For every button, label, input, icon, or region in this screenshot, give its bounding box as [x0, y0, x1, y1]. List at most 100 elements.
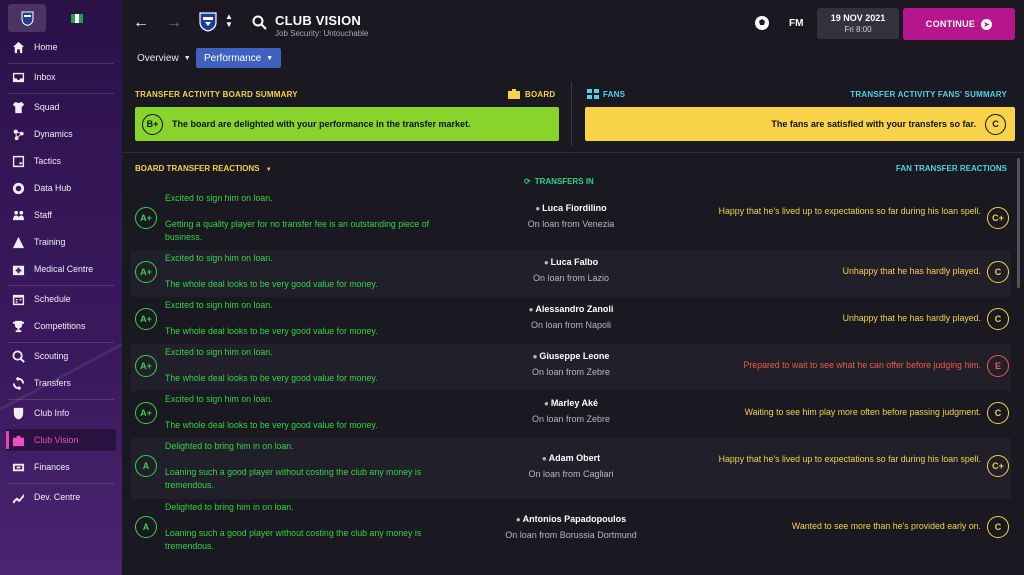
list-item: A+ Excited to sign him on loan. The whol… — [131, 344, 1011, 391]
sidebar-item-schedule[interactable]: Schedule — [6, 288, 116, 310]
board-grade-badge: A+ — [135, 355, 157, 377]
date-display[interactable]: 19 NOV 2021 Fri 8:00 — [817, 8, 899, 39]
reactions-list: A+ Excited to sign him on loan. Getting … — [122, 190, 1024, 575]
player-name[interactable]: ● Luca Falbo — [461, 257, 681, 267]
sidebar-item-medical-centre[interactable]: Medical Centre — [6, 258, 116, 280]
player-name[interactable]: ● Luca Fiordilino — [461, 203, 681, 213]
football-icon[interactable] — [754, 15, 770, 31]
nation-tab[interactable] — [58, 4, 96, 32]
inbox-icon — [11, 70, 25, 84]
staff-icon — [11, 208, 25, 222]
sidebar-item-data-hub[interactable]: Data Hub — [6, 177, 116, 199]
sidebar-item-label: Squad — [34, 102, 60, 112]
player-icon: ● — [543, 258, 549, 267]
fans-icon — [587, 89, 599, 99]
club-vision-icon — [11, 433, 25, 447]
board-grade-badge: A — [135, 516, 157, 538]
board-grade-badge: B+ — [142, 113, 163, 135]
player-cell[interactable]: ● Giuseppe Leone On loan from Zebre — [461, 351, 681, 377]
nigeria-flag-icon — [70, 13, 84, 23]
fans-summary-heading: TRANSFER ACTIVITY FANS' SUMMARY — [850, 90, 1007, 99]
sidebar-item-home[interactable]: Home — [6, 36, 116, 58]
list-item: A+ Excited to sign him on loan. The whol… — [131, 250, 1011, 297]
player-cell[interactable]: ● Luca Falbo On loan from Lazio — [461, 257, 681, 283]
board-reaction-line: Excited to sign him on loan. — [165, 394, 273, 404]
sidebar-item-label: Scouting — [34, 351, 69, 361]
fan-reaction-text: Happy that he's lived up to expectations… — [718, 206, 981, 216]
fan-reaction-text: Unhappy that he has hardly played. — [842, 313, 981, 323]
tab-label: Performance — [204, 52, 262, 64]
board-summary-banner: B+ The board are delighted with your per… — [135, 107, 559, 141]
player-cell[interactable]: ● Luca Fiordilino On loan from Venezia — [461, 203, 681, 229]
sidebar-divider — [8, 483, 114, 484]
scrollbar[interactable] — [1017, 158, 1020, 288]
loan-source: On loan from Borussia Dortmund — [505, 530, 637, 540]
player-name[interactable]: ● Marley Aké — [461, 398, 681, 408]
sidebar-item-training[interactable]: Training — [6, 231, 116, 253]
sidebar: Home Inbox Squad Dynamics Tactics Data H… — [0, 0, 122, 575]
club-tab[interactable] — [8, 4, 46, 32]
sidebar-item-transfers[interactable]: Transfers — [6, 372, 116, 394]
player-name[interactable]: ● Giuseppe Leone — [461, 351, 681, 361]
player-name[interactable]: ● Adam Obert — [461, 453, 681, 463]
sidebar-item-inbox[interactable]: Inbox — [6, 66, 116, 88]
board-reaction-line: The whole deal looks to be very good val… — [165, 279, 378, 289]
fan-reaction-text: Happy that he's lived up to expectations… — [718, 454, 981, 464]
player-cell[interactable]: ● Antonios Papadopoulos On loan from Boru… — [461, 514, 681, 540]
sidebar-item-club-info[interactable]: Club Info — [6, 402, 116, 424]
player-icon: ● — [543, 399, 549, 408]
player-icon: ● — [528, 305, 534, 314]
player-name[interactable]: ● Antonios Papadopoulos — [461, 514, 681, 524]
fan-reaction-text: Wanted to see more than he's provided ea… — [791, 521, 981, 531]
tab-overview[interactable]: Overview ▼ — [129, 48, 199, 68]
loan-source: On loan from Cagliari — [528, 469, 614, 479]
dynamics-icon — [11, 127, 25, 141]
sidebar-item-club-vision[interactable]: Club Vision — [6, 429, 116, 451]
sidebar-item-dynamics[interactable]: Dynamics — [6, 123, 116, 145]
fan-grade-badge: C — [987, 516, 1009, 538]
continue-button[interactable]: CONTINUE ➤ — [903, 8, 1015, 40]
sidebar-divider — [8, 63, 114, 64]
fan-grade-badge: C+ — [987, 207, 1009, 229]
tab-performance[interactable]: Performance ▼ — [196, 48, 282, 68]
sidebar-item-label: Training — [34, 237, 66, 247]
player-cell[interactable]: ● Marley Aké On loan from Zebre — [461, 398, 681, 424]
sidebar-item-finances[interactable]: Finances — [6, 456, 116, 478]
sidebar-item-competitions[interactable]: Competitions — [6, 315, 116, 337]
sidebar-item-tactics[interactable]: Tactics — [6, 150, 116, 172]
sidebar-item-label: Data Hub — [34, 183, 72, 193]
fm-menu-button[interactable]: FM — [789, 18, 803, 29]
player-cell[interactable]: ● Alessandro Zanoli On loan from Napoli — [461, 304, 681, 330]
fans-summary-text: The fans are satisfied with your transfe… — [771, 119, 976, 129]
board-summary-heading: TRANSFER ACTIVITY BOARD SUMMARY — [135, 90, 298, 99]
sidebar-item-scouting[interactable]: Scouting — [6, 345, 116, 367]
summary-divider — [571, 82, 572, 146]
fan-grade-badge: C — [987, 402, 1009, 424]
sidebar-item-label: Inbox — [34, 72, 56, 82]
player-name-text: Adam Obert — [548, 453, 601, 463]
club-crest-icon[interactable] — [199, 12, 217, 32]
player-name[interactable]: ● Alessandro Zanoli — [461, 304, 681, 314]
sidebar-item-staff[interactable]: Staff — [6, 204, 116, 226]
back-arrow-icon[interactable]: ← — [132, 14, 150, 32]
sidebar-item-label: Staff — [34, 210, 52, 220]
fans-summary-banner: The fans are satisfied with your transfe… — [585, 107, 1015, 141]
training-icon — [11, 235, 25, 249]
sidebar-item-label: Medical Centre — [34, 264, 94, 274]
squad-icon — [11, 100, 25, 114]
search-icon[interactable] — [252, 15, 267, 30]
chevron-down-icon: ▼ — [266, 54, 274, 62]
tab-label: Overview — [137, 52, 179, 64]
forward-arrow-icon[interactable]: → — [165, 14, 183, 32]
fan-reaction-text: Prepared to wait to see what he can offe… — [743, 360, 982, 370]
sidebar-item-label: Dev. Centre — [34, 492, 81, 502]
sidebar-divider — [8, 93, 114, 94]
sidebar-item-squad[interactable]: Squad — [6, 96, 116, 118]
player-cell[interactable]: ● Adam Obert On loan from Cagliari — [461, 453, 681, 479]
board-grade-badge: A+ — [135, 308, 157, 330]
sidebar-item-dev-centre[interactable]: Dev. Centre — [6, 486, 116, 508]
board-reactions-heading[interactable]: BOARD TRANSFER REACTIONS ▼ — [135, 164, 272, 173]
sidebar-item-label: Dynamics — [34, 129, 73, 139]
main-panel: ← → ▲ ▼ CLUB VISION Job Security: Untouch… — [122, 0, 1024, 575]
crest-chevron-icon[interactable]: ▲ ▼ — [225, 13, 233, 29]
